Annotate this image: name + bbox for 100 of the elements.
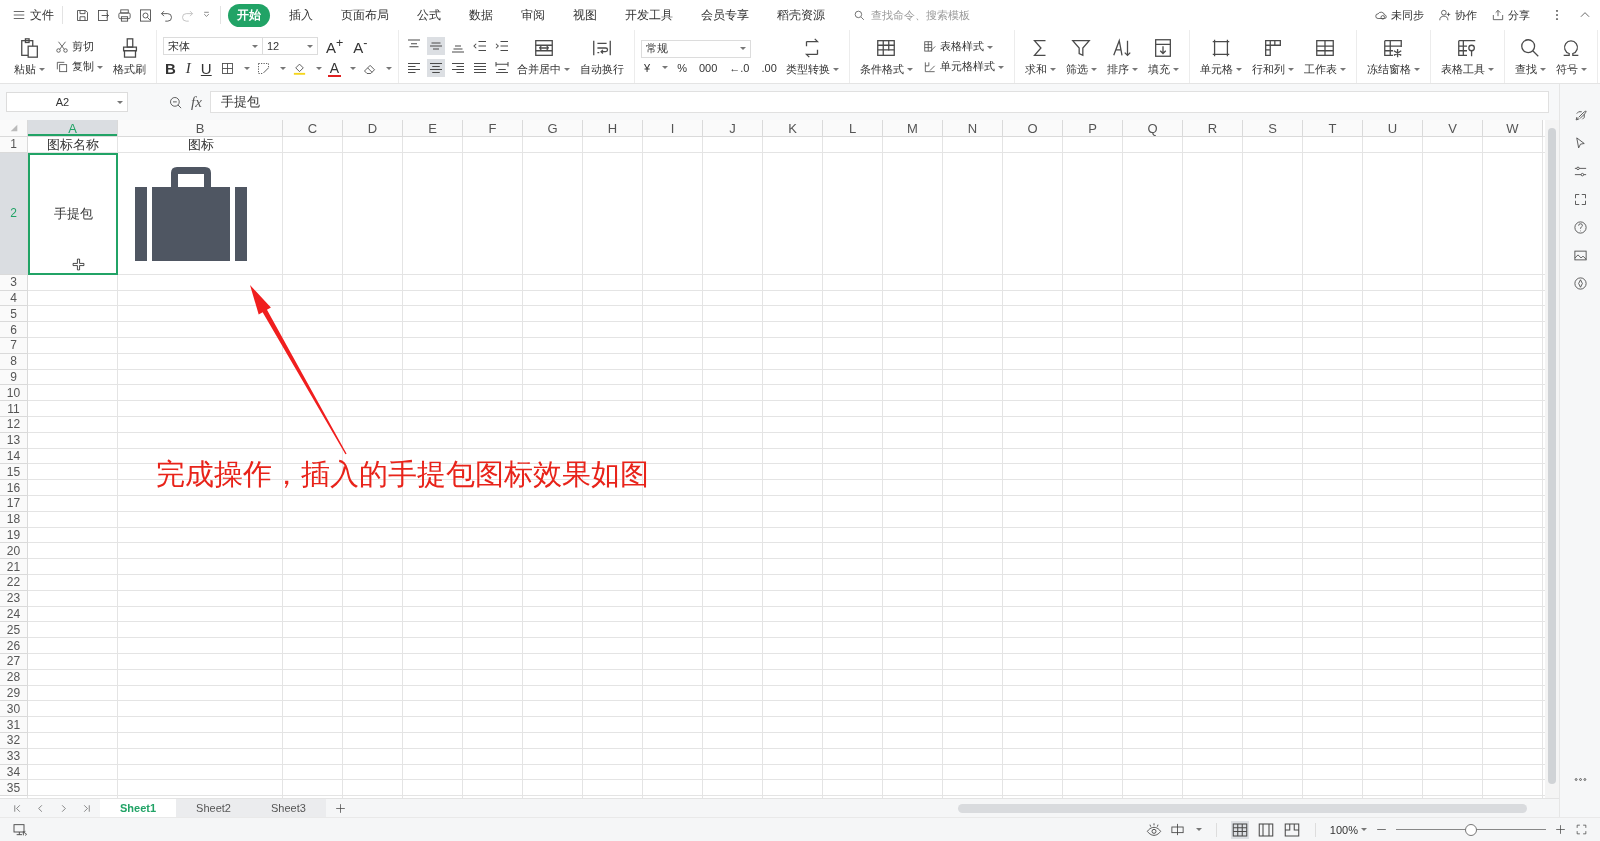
- table-style-button[interactable]: 表格样式: [922, 39, 1004, 54]
- merge-center-button[interactable]: 合并居中: [513, 34, 575, 79]
- column-header[interactable]: M: [883, 120, 943, 137]
- compass-icon[interactable]: [1572, 276, 1588, 291]
- copy-button[interactable]: 复制: [55, 59, 103, 74]
- column-header[interactable]: C: [283, 120, 343, 137]
- increase-font-button[interactable]: A$^{+}$: [324, 36, 346, 56]
- rocket-icon[interactable]: [1572, 108, 1588, 123]
- row-header[interactable]: 35: [0, 780, 28, 797]
- slider-thumb[interactable]: [1465, 823, 1477, 836]
- column-header[interactable]: P: [1063, 120, 1123, 137]
- name-box[interactable]: A2: [6, 92, 128, 112]
- type-convert-button[interactable]: 类型转换: [781, 34, 843, 79]
- page-break-view-icon[interactable]: [1282, 820, 1301, 839]
- font-size-dropdown[interactable]: 12: [262, 37, 318, 55]
- zoom-in-icon[interactable]: [1554, 823, 1567, 836]
- row-header[interactable]: 26: [0, 638, 28, 654]
- column-header[interactable]: G: [523, 120, 583, 137]
- number-format-dropdown[interactable]: 常规: [641, 39, 752, 58]
- border-draw-icon[interactable]: [255, 61, 271, 76]
- bold-button[interactable]: B: [163, 60, 178, 77]
- add-sheet-icon[interactable]: [333, 801, 347, 815]
- font-color-button[interactable]: A: [327, 60, 342, 77]
- thousands-button[interactable]: 000: [695, 61, 721, 74]
- fill-button[interactable]: 填充: [1143, 34, 1183, 79]
- worksheet-button[interactable]: 工作表: [1299, 34, 1350, 79]
- rows-columns-button[interactable]: 行和列: [1247, 34, 1298, 79]
- share-button[interactable]: 分享: [1491, 7, 1530, 23]
- symbol-button[interactable]: 符号: [1551, 34, 1591, 79]
- last-sheet-icon[interactable]: [81, 802, 92, 814]
- column-header[interactable]: H: [583, 120, 643, 137]
- zoom-dropdown[interactable]: 100%: [1329, 823, 1367, 836]
- underline-button[interactable]: U: [198, 60, 214, 77]
- menu-tab[interactable]: 数据: [460, 3, 502, 27]
- column-header[interactable]: U: [1363, 120, 1423, 137]
- cell-button[interactable]: 单元格: [1195, 34, 1246, 79]
- menu-tab[interactable]: 页面布局: [332, 3, 398, 27]
- frame-icon[interactable]: [1572, 192, 1588, 207]
- menu-tab[interactable]: 稻壳资源: [768, 3, 834, 27]
- file-menu-button[interactable]: 文件: [8, 6, 63, 24]
- row-header[interactable]: 15: [0, 464, 28, 481]
- currency-button[interactable]: ¥: [641, 61, 654, 74]
- freeze-panes-button[interactable]: 冻结窗格: [1362, 34, 1424, 79]
- print-icon[interactable]: [117, 7, 132, 23]
- macro-icon[interactable]: [12, 821, 28, 838]
- column-header[interactable]: L: [823, 120, 883, 137]
- help-icon[interactable]: [1572, 220, 1588, 235]
- normal-view-icon[interactable]: [1230, 820, 1249, 839]
- column-header[interactable]: T: [1303, 120, 1363, 137]
- menu-tab[interactable]: 开发工具: [616, 3, 682, 27]
- column-header[interactable]: Q: [1123, 120, 1183, 137]
- column-header[interactable]: D: [343, 120, 403, 137]
- column-header[interactable]: K: [763, 120, 823, 137]
- column-header[interactable]: S: [1243, 120, 1303, 137]
- sheet-tab[interactable]: Sheet2: [176, 799, 251, 817]
- row-header[interactable]: 21: [0, 559, 28, 575]
- filter-button[interactable]: 筛选: [1061, 34, 1101, 79]
- column-header[interactable]: R: [1183, 120, 1243, 137]
- menu-tab[interactable]: 审阅: [512, 3, 554, 27]
- column-header[interactable]: W: [1483, 120, 1543, 137]
- zoom-icon[interactable]: [168, 94, 183, 110]
- sync-button[interactable]: 未同步: [1374, 7, 1424, 23]
- save-icon[interactable]: [75, 7, 90, 23]
- fullscreen-icon[interactable]: [1575, 823, 1588, 836]
- image-icon[interactable]: [1572, 248, 1588, 263]
- zoom-slider[interactable]: [1396, 823, 1546, 836]
- cell-style-button[interactable]: 单元格样式: [922, 59, 1004, 74]
- column-header[interactable]: V: [1423, 120, 1483, 137]
- row-header[interactable]: 10: [0, 385, 28, 402]
- vertical-scrollbar[interactable]: [1545, 120, 1559, 798]
- row-header[interactable]: 31: [0, 717, 28, 733]
- column-header[interactable]: O: [1003, 120, 1063, 137]
- first-sheet-icon[interactable]: [12, 802, 23, 814]
- row-header[interactable]: 1: [0, 137, 28, 153]
- borders-icon[interactable]: [219, 61, 235, 76]
- row-header[interactable]: 6: [0, 322, 28, 338]
- table-cell[interactable]: 图标: [118, 137, 283, 153]
- page-view-icon[interactable]: [1256, 820, 1275, 839]
- column-header[interactable]: F: [463, 120, 523, 137]
- menu-tab[interactable]: 视图: [564, 3, 606, 27]
- wrap-text-button[interactable]: 自动换行: [576, 34, 629, 79]
- sort-button[interactable]: 排序: [1102, 34, 1142, 79]
- search-field[interactable]: 查找命令、搜索模板: [853, 8, 993, 22]
- export-icon[interactable]: [96, 7, 111, 23]
- row-header[interactable]: 5: [0, 306, 28, 323]
- column-header[interactable]: J: [703, 120, 763, 137]
- eye-icon[interactable]: [1145, 821, 1162, 838]
- sliders-icon[interactable]: [1572, 164, 1588, 179]
- row-header[interactable]: 11: [0, 401, 28, 417]
- table-cell[interactable]: 图标名称: [28, 137, 118, 153]
- conditional-format-button[interactable]: 条件格式: [855, 34, 917, 79]
- menu-tab[interactable]: 公式: [408, 3, 450, 27]
- row-header[interactable]: 16: [0, 480, 28, 496]
- column-header[interactable]: B: [118, 120, 283, 137]
- menu-tab[interactable]: 会员专享: [692, 3, 758, 27]
- function-label[interactable]: fx: [191, 93, 202, 111]
- decrease-font-button[interactable]: A$^{-}$: [351, 36, 370, 56]
- decrease-decimal-button[interactable]: .00: [758, 61, 780, 74]
- sheet-tab[interactable]: Sheet3: [250, 799, 326, 817]
- print-preview-icon[interactable]: [138, 7, 153, 23]
